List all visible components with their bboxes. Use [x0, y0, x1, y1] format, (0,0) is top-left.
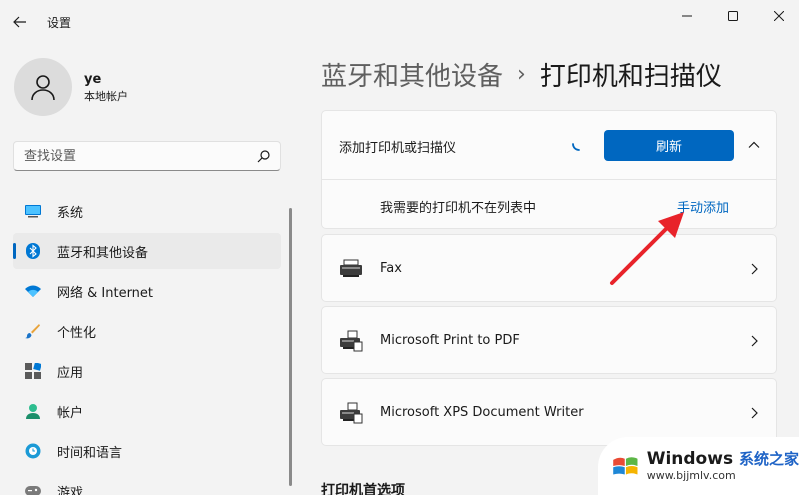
- back-button[interactable]: [6, 8, 34, 36]
- chevron-right-icon: [751, 335, 758, 347]
- minimize-icon: [682, 15, 692, 17]
- sidebar-item-time-language[interactable]: 时间和语言: [13, 433, 281, 469]
- apps-icon: [25, 363, 41, 379]
- sidebar-item-personalization[interactable]: 个性化: [13, 313, 281, 349]
- sidebar-item-system[interactable]: 系统: [13, 193, 281, 229]
- chevron-right-icon: [751, 263, 758, 275]
- sidebar-item-apps[interactable]: 应用: [13, 353, 281, 389]
- sidebar-item-bluetooth-devices[interactable]: 蓝牙和其他设备: [13, 233, 281, 269]
- sidebar-item-gaming[interactable]: 游戏: [13, 473, 281, 495]
- printer-icon: [340, 330, 363, 352]
- back-arrow-icon: [13, 16, 26, 28]
- printer-item-fax[interactable]: Fax: [321, 234, 777, 302]
- maximize-button[interactable]: [710, 2, 756, 30]
- search-icon[interactable]: [257, 149, 271, 163]
- person-icon: [31, 75, 55, 101]
- minimize-button[interactable]: [664, 2, 710, 30]
- add-printer-row: 添加打印机或扫描仪 刷新: [322, 111, 776, 179]
- avatar: [14, 58, 72, 116]
- printer-name: Fax: [380, 261, 402, 276]
- monitor-icon: [25, 203, 41, 219]
- sidebar-item-label: 时间和语言: [57, 445, 123, 461]
- sidebar-item-label: 应用: [57, 365, 84, 381]
- app-title: 设置: [47, 16, 72, 30]
- annotation-arrow-icon: [610, 212, 684, 285]
- watermark-brand-cn: 系统之家: [738, 450, 799, 468]
- printer-item-xps-writer[interactable]: Microsoft XPS Document Writer: [321, 378, 777, 446]
- sidebar-item-label: 蓝牙和其他设备: [57, 245, 149, 261]
- sidebar-item-label: 个性化: [57, 325, 97, 341]
- bluetooth-icon: [25, 243, 41, 259]
- search-input[interactable]: [14, 148, 249, 164]
- brush-icon: [25, 323, 41, 339]
- globe-clock-icon: [25, 443, 41, 459]
- printer-name: Microsoft XPS Document Writer: [380, 405, 584, 420]
- sidebar-item-label: 帐户: [57, 405, 84, 421]
- sidebar-item-label: 游戏: [57, 485, 84, 495]
- page-title: 打印机和扫描仪: [539, 62, 722, 92]
- chevron-right-icon: [751, 407, 758, 419]
- account-type: 本地帐户: [84, 89, 128, 103]
- add-printer-card: 添加打印机或扫描仪 刷新 我需要的打印机不在列表中 手动添加: [321, 110, 777, 229]
- printer-item-print-to-pdf[interactable]: Microsoft Print to PDF: [321, 306, 777, 374]
- fax-icon: [340, 259, 362, 277]
- close-button[interactable]: [756, 2, 799, 30]
- sidebar-item-label: 系统: [57, 205, 84, 221]
- loading-spinner-icon: [572, 143, 580, 151]
- user-profile[interactable]: ye 本地帐户: [14, 58, 128, 116]
- watermark-brand: Windows 系统之家: [647, 449, 799, 469]
- user-name: ye: [84, 71, 102, 87]
- printer-preferences-heading: 打印机首选项: [321, 483, 405, 495]
- close-icon: [774, 11, 784, 21]
- windows-logo-icon: [613, 457, 638, 475]
- divider: [322, 179, 776, 180]
- sidebar-nav: 系统 蓝牙和其他设备 网络 & Internet 个性化 应用 帐户 时间和语言…: [13, 193, 281, 495]
- sidebar-scrollbar[interactable]: [289, 208, 292, 486]
- add-printer-label: 添加打印机或扫描仪: [339, 141, 457, 156]
- person-icon: [25, 403, 41, 419]
- missing-printer-label: 我需要的打印机不在列表中: [380, 201, 537, 216]
- search-box: [13, 141, 281, 171]
- printer-icon: [340, 402, 363, 424]
- sidebar-item-accounts[interactable]: 帐户: [13, 393, 281, 429]
- refresh-button[interactable]: 刷新: [604, 130, 734, 161]
- breadcrumb: 蓝牙和其他设备 › 打印机和扫描仪: [321, 56, 722, 93]
- watermark-url: www.bjjmlv.com: [646, 469, 736, 482]
- breadcrumb-separator: ›: [517, 62, 526, 87]
- sidebar-item-label: 网络 & Internet: [57, 285, 154, 301]
- sidebar-item-network[interactable]: 网络 & Internet: [13, 273, 281, 309]
- title-bar: 设置: [0, 0, 799, 44]
- watermark: Windows 系统之家 www.bjjmlv.com: [598, 437, 799, 495]
- wifi-icon: [25, 283, 41, 299]
- watermark-brand-en: Windows: [646, 449, 734, 469]
- breadcrumb-parent[interactable]: 蓝牙和其他设备: [321, 56, 503, 93]
- maximize-icon: [728, 11, 738, 21]
- gamepad-icon: [25, 483, 41, 495]
- printer-name: Microsoft Print to PDF: [380, 333, 520, 348]
- chevron-up-icon[interactable]: [746, 137, 762, 153]
